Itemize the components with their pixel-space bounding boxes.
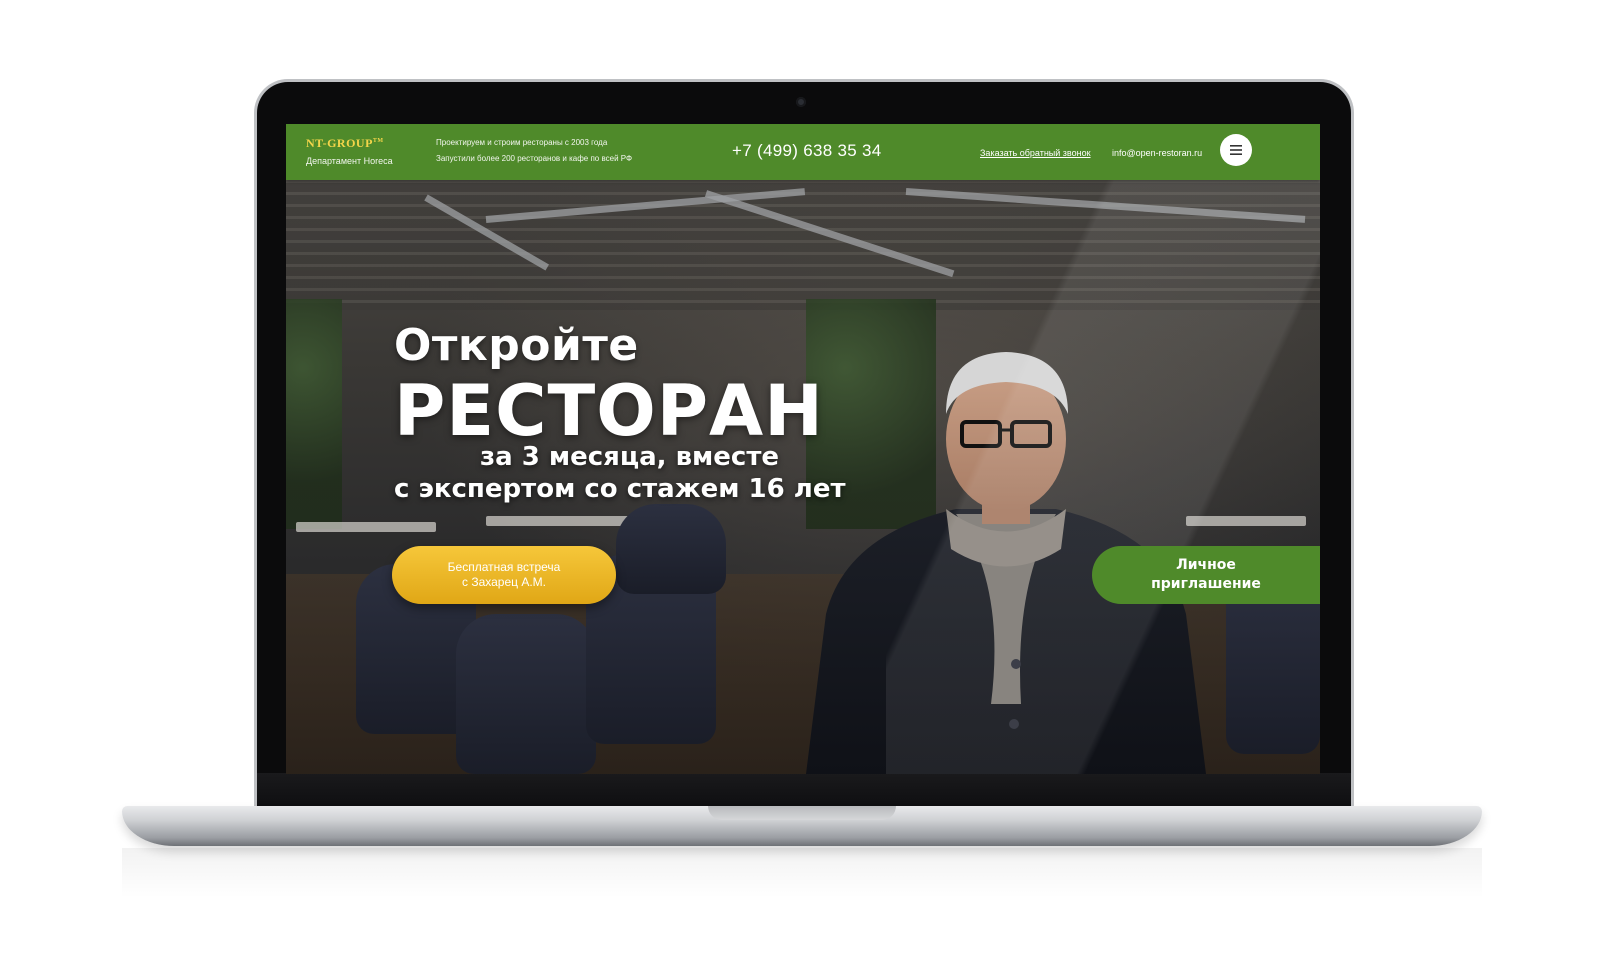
invitation-label-2: приглашение [1151,576,1261,592]
camera-icon [796,97,806,107]
logo[interactable]: NT-GROUPTM [306,136,384,151]
free-meeting-label-2: с Захарец А.М. [461,575,547,589]
invitation-label-1: Личное [1176,557,1236,573]
table [296,522,436,532]
website-screen: NT-GROUPTM Департамент Horeca Проектируе… [286,124,1320,774]
callback-link[interactable]: Заказать обратный звонок [980,148,1091,158]
chair [456,614,596,774]
phone-number[interactable]: +7 (499) 638 35 34 [732,141,882,161]
free-meeting-button[interactable]: Бесплатная встреча с Захарец А.М. [392,546,616,604]
logo-text: NT-GROUP [306,136,373,150]
expert-photo [806,352,1206,774]
personal-invitation-button[interactable]: Личное приглашение [1092,546,1320,604]
menu-button[interactable] [1220,134,1252,166]
tagline-line-2: Запустили более 200 ресторанов и кафе по… [436,154,633,163]
site-header: NT-GROUPTM Департамент Horeca Проектируе… [286,124,1320,180]
laptop-notch [708,806,896,820]
plant-wall [286,299,342,529]
logo-tm: TM [372,138,384,144]
chair [616,504,726,594]
hero-headline-line-3: за 3 месяца, вместе [480,442,780,472]
laptop-mockup: NT-GROUPTM Департамент Horeca Проектируе… [0,0,1600,974]
hero-headline-line-2: РЕСТОРАН [394,370,824,452]
free-meeting-label-1: Бесплатная встреча [447,560,561,574]
base-reflection [122,848,1482,898]
tagline-line-1: Проектируем и строим рестораны с 2003 го… [436,138,608,147]
hero-headline-line-4: с экспертом со стажем 16 лет [394,474,846,504]
email-link[interactable]: info@open-restoran.ru [1112,148,1202,158]
hamburger-icon [1230,145,1242,155]
hero-headline-line-1: Откройте [394,320,639,371]
logo-subtitle: Департамент Horeca [306,156,393,166]
